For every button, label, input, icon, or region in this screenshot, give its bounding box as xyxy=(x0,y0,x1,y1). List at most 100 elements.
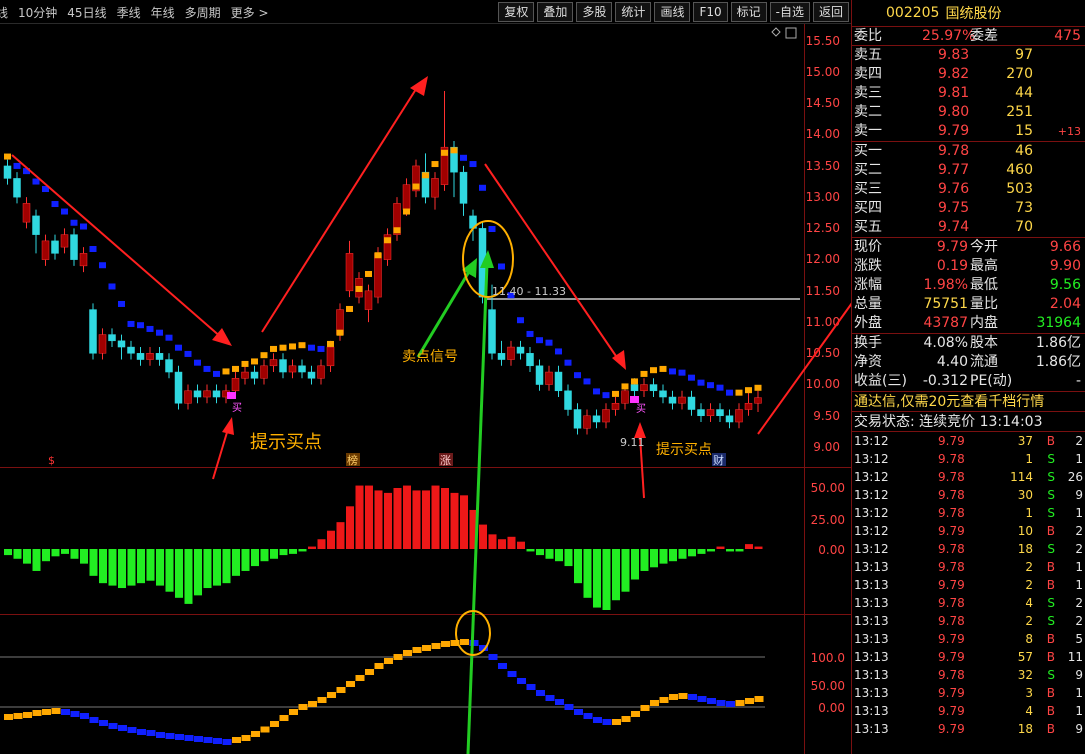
bid-label: 买二 xyxy=(854,162,882,178)
kdj-step xyxy=(669,694,678,700)
bid-row[interactable]: 买四 9.75 73 xyxy=(852,199,1085,218)
bid-price: 9.78 xyxy=(938,143,970,159)
tick-count: 1 xyxy=(1075,704,1083,718)
ask-row[interactable]: 卖五 9.83 97 xyxy=(852,46,1085,65)
bid-row[interactable]: 买五 9.74 70 xyxy=(852,218,1085,237)
sell-signal-arrow[interactable] xyxy=(416,269,472,358)
period-more[interactable]: 更多 > xyxy=(231,4,269,21)
tick-side: B xyxy=(1046,524,1055,538)
tick-row[interactable]: 13:12 9.78 1 S 1 xyxy=(852,450,1085,468)
candle xyxy=(203,384,211,404)
tick-row[interactable]: 13:13 9.79 2 B 1 xyxy=(852,576,1085,594)
ask-label: 卖二 xyxy=(854,104,882,120)
ask-row[interactable]: 卖一 9.79 15 +13 xyxy=(852,122,1085,141)
back-button[interactable]: 返回 xyxy=(812,2,849,22)
tick-row[interactable]: 13:13 9.78 2 S 2 xyxy=(852,612,1085,630)
tick-volume: 114 xyxy=(1010,470,1033,484)
tick-row[interactable]: 13:12 9.79 37 B 2 xyxy=(852,432,1085,450)
ask-row[interactable]: 卖三 9.81 44 xyxy=(852,84,1085,103)
tick-row[interactable]: 13:12 9.79 10 B 2 xyxy=(852,522,1085,540)
tick-row[interactable]: 13:12 9.78 30 S 9 xyxy=(852,486,1085,504)
tick-count: 2 xyxy=(1075,434,1083,448)
tick-row[interactable]: 13:13 9.79 8 B 5 xyxy=(852,630,1085,648)
draw-line-button[interactable]: 画线 xyxy=(654,2,691,22)
quote-row: 涨幅 1.98% 最低 9.56 xyxy=(852,276,1085,295)
period-partial[interactable]: 线 xyxy=(0,4,8,21)
ask-label: 卖一 xyxy=(854,123,882,139)
candle xyxy=(431,172,439,210)
trend-step xyxy=(213,370,220,377)
period-quarter[interactable]: 季线 xyxy=(117,4,141,21)
kdj-axis: 100.0 50.00 0.00 xyxy=(811,651,845,715)
bid-row[interactable]: 买一 9.78 46 xyxy=(852,142,1085,161)
confirm-signal-arrow[interactable] xyxy=(466,263,489,754)
kdj-step xyxy=(184,735,194,741)
candle-body xyxy=(326,346,335,367)
period-10min[interactable]: 10分钟 xyxy=(18,4,57,21)
ask-row[interactable]: 卖二 9.80 251 xyxy=(852,103,1085,122)
buy-point-arrow[interactable] xyxy=(212,428,229,480)
diamond-icon[interactable] xyxy=(771,27,781,37)
tick-row[interactable]: 13:13 9.79 3 B 1 xyxy=(852,684,1085,702)
bid-row[interactable]: 买二 9.77 460 xyxy=(852,161,1085,180)
quote-stats: 现价 9.79 今开 9.66 涨跌 0.19 最高 9.90 涨幅 1.98% 最低 9.56 … xyxy=(852,237,1085,333)
stock-chart[interactable]: 15.50 15.00 14.50 14.00 13.50 13.00 12.5… xyxy=(0,24,851,754)
ask-row[interactable]: 卖四 9.82 270 xyxy=(852,65,1085,84)
ask-price: 9.79 xyxy=(938,123,970,139)
tick-row[interactable]: 13:13 9.78 4 S 2 xyxy=(852,594,1085,612)
remove-favorite-button[interactable]: -自选 xyxy=(769,2,810,22)
macd-bar xyxy=(393,488,402,549)
tick-list[interactable]: 13:12 9.79 37 B 2 13:12 9.78 1 S 1 13:12 9.78 114 S 26… xyxy=(852,431,1085,738)
promo-banner[interactable]: 通达信,仅需20元查看千档行情 xyxy=(852,391,1085,411)
down-trend-arrow-2[interactable] xyxy=(484,163,619,360)
event-dollar-icon[interactable]: $ xyxy=(48,454,55,467)
statistics-button[interactable]: 统计 xyxy=(615,2,652,22)
kdj-step xyxy=(70,711,80,717)
tick-row[interactable]: 13:13 9.78 2 B 1 xyxy=(852,558,1085,576)
tick-row[interactable]: 13:12 9.78 18 S 2 xyxy=(852,540,1085,558)
candle xyxy=(668,390,677,410)
tick-row[interactable]: 13:12 9.78 114 S 26 xyxy=(852,468,1085,486)
tick-row[interactable]: 13:13 9.79 18 B 9 xyxy=(852,720,1085,738)
macd-bar xyxy=(232,549,240,576)
tick-row[interactable]: 13:12 9.78 1 S 1 xyxy=(852,504,1085,522)
tick-row[interactable]: 13:13 9.79 57 B 11 xyxy=(852,648,1085,666)
price-tick: 15.00 xyxy=(806,65,840,79)
f10-button[interactable]: F10 xyxy=(693,2,728,22)
period-multi[interactable]: 多周期 xyxy=(185,4,221,21)
macd-bar xyxy=(32,549,41,571)
quote-label: 内盘 xyxy=(970,315,998,331)
drawn-arrows[interactable] xyxy=(11,76,851,499)
ask-volume: 97 xyxy=(1015,47,1033,63)
bid-row[interactable]: 买三 9.76 503 xyxy=(852,180,1085,199)
tick-row[interactable]: 13:13 9.78 32 S 9 xyxy=(852,666,1085,684)
kdj-step xyxy=(32,710,42,716)
macd-bar xyxy=(346,506,354,549)
candle-body xyxy=(32,215,40,235)
stock-code[interactable]: 002205 xyxy=(886,5,939,21)
candle xyxy=(184,384,192,410)
macd-axis: 50.00 25.00 0.00 xyxy=(811,481,845,557)
stock-name[interactable]: 国统股份 xyxy=(945,3,1001,23)
candle xyxy=(535,359,544,391)
candle xyxy=(288,359,297,379)
mark-button[interactable]: 标记 xyxy=(730,2,767,22)
period-45day[interactable]: 45日线 xyxy=(67,4,106,21)
adjust-button[interactable]: 复权 xyxy=(498,2,535,22)
period-year[interactable]: 年线 xyxy=(151,4,175,21)
tick-row[interactable]: 13:13 9.79 4 B 1 xyxy=(852,702,1085,720)
quote-label: 最低 xyxy=(970,277,998,293)
chart-area[interactable]: 15.50 15.00 14.50 14.00 13.50 13.00 12.5… xyxy=(0,24,851,754)
overlay-button[interactable]: 叠加 xyxy=(537,2,574,22)
multi-stock-button[interactable]: 多股 xyxy=(576,2,613,22)
candle-body xyxy=(279,359,287,373)
macd-bar xyxy=(593,549,601,608)
candle-body xyxy=(459,171,468,204)
tick-time: 13:13 xyxy=(854,596,889,610)
tick-side: B xyxy=(1046,632,1055,646)
kdj-step xyxy=(336,687,346,693)
window-toggle-icon[interactable] xyxy=(785,27,797,39)
fund-value: 4.08% xyxy=(923,335,968,351)
quote-label: 量比 xyxy=(970,296,998,312)
trend-step xyxy=(308,344,315,351)
